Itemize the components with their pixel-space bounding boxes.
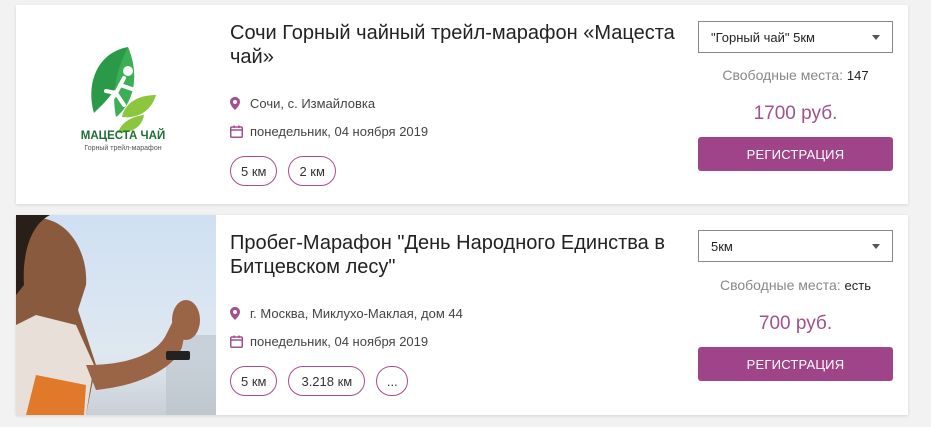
- register-button[interactable]: РЕГИСТРАЦИЯ: [698, 347, 893, 381]
- date-text: понедельник, 04 ноября 2019: [250, 334, 429, 349]
- event-logo[interactable]: МАЦЕСТА ЧАЙ Горный трейл-марафон: [16, 5, 216, 204]
- event-price: 1700 руб.: [753, 103, 838, 124]
- seats-label: Свободные места:: [719, 277, 841, 293]
- free-seats: Свободные места: есть: [698, 277, 893, 293]
- free-seats: Свободные места: 147: [698, 67, 893, 83]
- logo-name: МАЦЕСТА ЧАЙ: [80, 130, 166, 142]
- runner-photo: [16, 215, 216, 415]
- caret-down-icon: [872, 244, 880, 249]
- calendar-icon: [230, 335, 244, 351]
- event-card: Пробег-Марафон "День Народного Единства …: [16, 215, 908, 415]
- distance-chips: 5 км 2 км: [230, 156, 336, 186]
- seats-value: есть: [844, 278, 871, 293]
- distance-select-value: 5км: [711, 238, 733, 254]
- event-photo[interactable]: [16, 215, 216, 415]
- event-title[interactable]: Сочи Горный чайный трейл-марафон «Мацест…: [230, 21, 680, 69]
- event-date: понедельник, 04 ноября 2019: [230, 334, 428, 351]
- distance-chips: 5 км 3.218 км ...: [230, 366, 409, 396]
- map-pin-icon: [230, 306, 244, 323]
- distance-select[interactable]: "Горный чай" 5км: [698, 21, 893, 53]
- seats-label: Свободные места:: [722, 67, 844, 83]
- event-location: Сочи, с. Измайловка: [230, 96, 375, 113]
- calendar-icon: [230, 125, 244, 141]
- event-card: МАЦЕСТА ЧАЙ Горный трейл-марафон Сочи Го…: [16, 5, 908, 204]
- event-title[interactable]: Пробег-Марафон "День Народного Единства …: [230, 231, 680, 279]
- more-distances-chip[interactable]: ...: [376, 366, 409, 396]
- distance-chip[interactable]: 5 км: [230, 156, 278, 186]
- distance-select-value: "Горный чай" 5км: [711, 29, 815, 45]
- location-text: Сочи, с. Измайловка: [250, 96, 376, 111]
- event-price: 700 руб.: [758, 313, 833, 334]
- event-date: понедельник, 04 ноября 2019: [230, 124, 428, 141]
- logo-tagline: Горный трейл-марафон: [84, 145, 162, 152]
- event-location: г. Москва, Миклухо-Маклая, дом 44: [230, 306, 463, 323]
- register-button[interactable]: РЕГИСТРАЦИЯ: [698, 137, 893, 171]
- location-text: г. Москва, Миклухо-Маклая, дом 44: [250, 306, 463, 321]
- maceста-logo-graphic: [91, 47, 156, 133]
- distance-chip[interactable]: 5 км: [230, 366, 278, 396]
- distance-select[interactable]: 5км: [698, 230, 893, 262]
- seats-value: 147: [846, 68, 869, 83]
- distance-chip[interactable]: 2 км: [288, 156, 336, 186]
- distance-chip[interactable]: 3.218 км: [288, 366, 366, 396]
- date-text: понедельник, 04 ноября 2019: [250, 124, 429, 139]
- map-pin-icon: [230, 96, 244, 113]
- caret-down-icon: [872, 35, 880, 40]
